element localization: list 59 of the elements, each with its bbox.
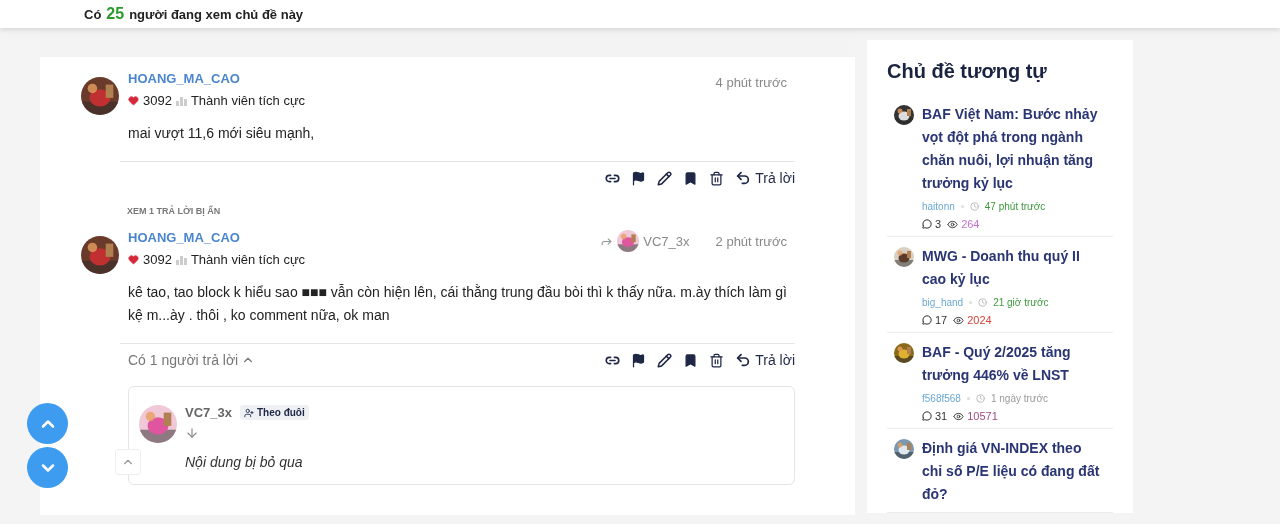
flag-icon[interactable] xyxy=(631,352,647,368)
view-count: 2024 xyxy=(967,314,992,326)
viewer-count-text: người đang xem chủ đề này xyxy=(129,6,304,22)
reply-icon xyxy=(735,352,752,368)
sidebar-title: Chủ đề tương tự xyxy=(887,60,1048,83)
topic-title[interactable]: BAF Việt Nam: Bước nhảy vọt đột phá trong ngành chăn nuôi, lợi nhuận tăng trưởng kỷ lục xyxy=(922,103,1101,195)
comment-count: 31 xyxy=(935,410,948,422)
clock-icon xyxy=(978,298,988,307)
rank-icon xyxy=(175,95,187,106)
topic-title[interactable]: Định giá VN-INDEX theo chỉ số P/E liệu có đang đất đỏ? xyxy=(922,437,1101,506)
post-time: 4 phút trước xyxy=(715,75,787,90)
author-name[interactable]: HOANG_MA_CAO xyxy=(128,71,240,86)
heart-icon xyxy=(128,254,139,265)
clock-icon xyxy=(975,394,985,403)
post-time: 2 phút trước xyxy=(715,234,787,249)
user-plus-icon xyxy=(244,407,254,418)
hidden-replies-link[interactable]: XEM 1 TRẢ LỜI BỊ ẨN xyxy=(40,194,855,216)
reply-button[interactable]: Trả lời xyxy=(735,170,795,186)
comment-count: 3 xyxy=(935,218,942,230)
reply-author[interactable]: VC7_3x xyxy=(185,405,232,420)
view-count: 264 xyxy=(961,218,980,230)
trash-icon[interactable] xyxy=(709,352,725,368)
trash-icon[interactable] xyxy=(709,170,725,186)
comment-icon xyxy=(922,315,932,325)
topic-title[interactable]: BAF - Quý 2/2025 tăng trưởng 446% về LNST xyxy=(922,341,1101,387)
follow-button[interactable]: Theo đuôi xyxy=(240,405,309,420)
topic-title[interactable]: MWG - Doanh thu quý II cao kỷ lục xyxy=(922,245,1101,291)
rank-icon xyxy=(175,254,187,265)
flag-icon[interactable] xyxy=(631,170,647,186)
pencil-icon[interactable] xyxy=(657,352,673,368)
viewer-count: 25 xyxy=(106,5,125,23)
author-name[interactable]: HOANG_MA_CAO xyxy=(128,230,240,245)
topic-time: 1 ngày trước xyxy=(990,393,1049,404)
like-count: 3092 xyxy=(143,252,172,267)
heart-icon xyxy=(128,95,139,106)
pencil-icon[interactable] xyxy=(657,170,673,186)
reply-body: Nội dung bị bỏ qua xyxy=(185,454,304,470)
eye-icon xyxy=(953,410,965,422)
topic-time: 21 giờ trước xyxy=(993,297,1049,308)
post-body: kê tao, tao block k hiểu sao ■■■ vẫn còn hiện lên, cái thằng trung đầu bòi thì k thấy nữa. m.ày thích làm gì kệ m...ày . thôi , ko comment nữa, ok man xyxy=(128,283,788,325)
eye-icon xyxy=(947,218,959,230)
clock-icon xyxy=(969,202,979,211)
member-rank: Thành viên tích cực xyxy=(190,93,306,108)
member-rank: Thành viên tích cực xyxy=(190,252,306,267)
reply-icon xyxy=(735,170,752,186)
replies-toggle[interactable]: Có 1 người trả lời xyxy=(128,352,256,368)
quoted-user[interactable]: VC7_3x xyxy=(643,233,690,249)
post-body: mai vượt 11,6 mới siêu mạnh, xyxy=(128,124,316,143)
topic-time: 47 phút trước xyxy=(984,201,1046,212)
view-count: 10571 xyxy=(967,410,998,422)
comment-icon xyxy=(922,219,932,229)
comment-count: 17 xyxy=(935,314,948,326)
reply-button[interactable]: Trả lời xyxy=(735,352,795,368)
like-count: 3092 xyxy=(143,93,172,108)
bookmark-icon[interactable] xyxy=(683,170,699,186)
viewer-count-text: Có xyxy=(84,6,102,22)
comment-icon xyxy=(922,411,932,421)
eye-icon xyxy=(953,314,965,326)
bookmark-icon[interactable] xyxy=(683,352,699,368)
